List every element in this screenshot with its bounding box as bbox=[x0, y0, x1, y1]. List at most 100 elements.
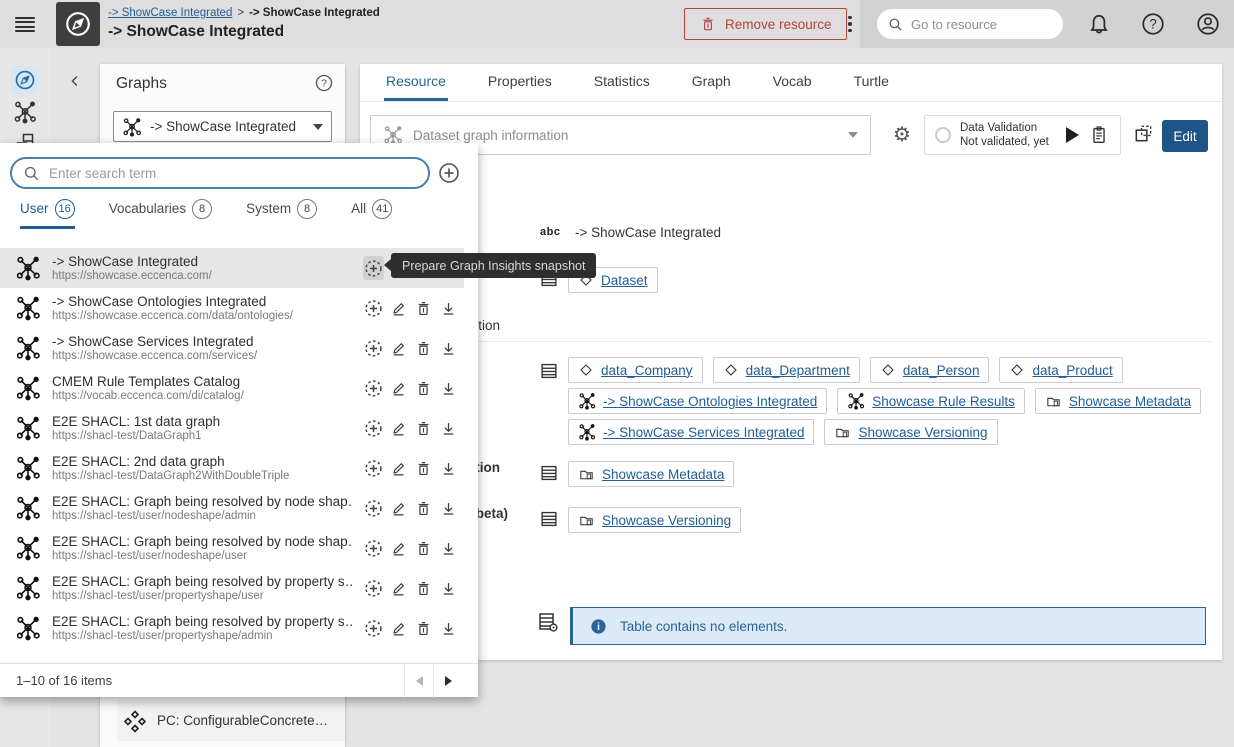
link-chip[interactable]: -> ShowCase Ontologies Integrated bbox=[568, 388, 827, 414]
edit-graph-icon[interactable] bbox=[388, 616, 409, 640]
link-chip[interactable]: data_Company bbox=[568, 357, 703, 383]
edit-button[interactable]: Edit bbox=[1162, 120, 1208, 152]
edit-graph-icon[interactable] bbox=[388, 296, 409, 320]
delete-graph-icon[interactable] bbox=[413, 456, 434, 480]
graph-list-item[interactable]: E2E SHACL: Graph being resolved by prope… bbox=[0, 608, 464, 648]
graph-list-item[interactable]: E2E SHACL: 2nd data graph https://shacl-… bbox=[0, 448, 464, 488]
link-chip[interactable]: Showcase Versioning bbox=[568, 507, 741, 533]
collapse-panel-icon[interactable] bbox=[62, 68, 88, 94]
download-graph-icon[interactable] bbox=[438, 336, 459, 360]
prepare-insights-icon[interactable] bbox=[363, 496, 384, 520]
graphs-help-icon[interactable] bbox=[314, 73, 334, 93]
remove-resource-button[interactable]: Remove resource bbox=[684, 8, 847, 40]
run-validation-play-icon[interactable] bbox=[1066, 127, 1079, 143]
rail-explore-compass-icon[interactable] bbox=[11, 66, 39, 94]
breadcrumb-link[interactable]: -> ShowCase Integrated bbox=[108, 7, 232, 19]
graph-list-item[interactable]: E2E SHACL: Graph being resolved by node … bbox=[0, 488, 464, 528]
delete-graph-icon[interactable] bbox=[413, 296, 434, 320]
validation-report-clipboard-icon[interactable] bbox=[1088, 124, 1110, 146]
folder-icon bbox=[578, 466, 595, 483]
delete-graph-icon[interactable] bbox=[413, 536, 434, 560]
download-graph-icon[interactable] bbox=[438, 296, 459, 320]
tab-turtle[interactable]: Turtle bbox=[852, 64, 891, 101]
pagination-next-icon[interactable] bbox=[434, 664, 462, 698]
delete-graph-icon[interactable] bbox=[413, 496, 434, 520]
prepare-insights-icon[interactable] bbox=[363, 296, 384, 320]
download-graph-icon[interactable] bbox=[438, 376, 459, 400]
download-graph-icon[interactable] bbox=[438, 496, 459, 520]
edit-graph-icon[interactable] bbox=[388, 536, 409, 560]
edit-graph-icon[interactable] bbox=[388, 456, 409, 480]
download-graph-icon[interactable] bbox=[438, 536, 459, 560]
tab-properties[interactable]: Properties bbox=[486, 64, 554, 101]
graph-search-field[interactable] bbox=[10, 157, 430, 189]
link-chip[interactable]: Showcase Metadata bbox=[568, 461, 734, 487]
notifications-bell-icon[interactable] bbox=[1086, 11, 1112, 37]
goto-resource-search[interactable] bbox=[877, 9, 1063, 39]
link-chip[interactable]: Showcase Versioning bbox=[824, 419, 997, 445]
graph-search-input[interactable] bbox=[49, 166, 418, 181]
graph-list-item[interactable]: E2E SHACL: Graph being resolved by node … bbox=[0, 528, 464, 568]
prepare-insights-icon[interactable] bbox=[363, 256, 384, 280]
app-logo[interactable] bbox=[56, 2, 100, 46]
tab-statistics[interactable]: Statistics bbox=[592, 64, 652, 101]
page-title: -> ShowCase Integrated bbox=[108, 23, 284, 41]
delete-graph-icon[interactable] bbox=[413, 576, 434, 600]
tab-graph[interactable]: Graph bbox=[690, 64, 733, 101]
tab-vocab[interactable]: Vocab bbox=[771, 64, 814, 101]
pagination-prev-icon[interactable] bbox=[405, 664, 433, 698]
delete-graph-icon[interactable] bbox=[413, 376, 434, 400]
tree-item-configurable-concrete[interactable]: PC: ConfigurableConcrete… bbox=[117, 700, 345, 741]
edit-graph-icon[interactable] bbox=[388, 336, 409, 360]
account-icon[interactable] bbox=[1195, 11, 1221, 37]
tab-vocabularies[interactable]: Vocabularies 8 bbox=[109, 199, 212, 229]
graph-url: https://shacl-test/DataGraph2WithDoubleT… bbox=[52, 470, 357, 482]
download-graph-icon[interactable] bbox=[438, 456, 459, 480]
clone-icon[interactable] bbox=[1132, 122, 1156, 148]
download-graph-icon[interactable] bbox=[438, 616, 459, 640]
download-graph-icon[interactable] bbox=[438, 416, 459, 440]
prepare-insights-icon[interactable] bbox=[363, 616, 384, 640]
tab-resource[interactable]: Resource bbox=[384, 64, 448, 101]
delete-graph-icon[interactable] bbox=[413, 336, 434, 360]
prepare-insights-icon[interactable] bbox=[363, 336, 384, 360]
graph-list-item[interactable]: E2E SHACL: 1st data graph https://shacl-… bbox=[0, 408, 464, 448]
goto-resource-input[interactable] bbox=[911, 17, 1041, 32]
graph-select-dropdown[interactable]: -> ShowCase Integrated bbox=[113, 111, 332, 142]
edit-graph-icon[interactable] bbox=[388, 496, 409, 520]
more-actions-icon[interactable] bbox=[842, 12, 858, 36]
tab-all[interactable]: All 41 bbox=[351, 199, 392, 229]
prepare-insights-icon[interactable] bbox=[363, 576, 384, 600]
help-icon[interactable] bbox=[1140, 11, 1166, 37]
graph-list-item[interactable]: CMEM Rule Templates Catalog https://voca… bbox=[0, 368, 464, 408]
tab-system[interactable]: System 8 bbox=[246, 199, 317, 229]
settings-gear-icon[interactable]: ⚙ bbox=[890, 122, 914, 148]
edit-graph-icon[interactable] bbox=[388, 576, 409, 600]
link-chip[interactable]: data_Department bbox=[713, 357, 860, 383]
graph-list-item[interactable]: -> ShowCase Ontologies Integrated https:… bbox=[0, 288, 464, 328]
tab-user[interactable]: User 16 bbox=[20, 199, 75, 229]
add-graph-icon[interactable] bbox=[437, 161, 461, 185]
chip-label: Showcase Versioning bbox=[602, 513, 731, 528]
prepare-insights-icon[interactable] bbox=[363, 376, 384, 400]
graph-list-item[interactable]: -> ShowCase Services Integrated https://… bbox=[0, 328, 464, 368]
link-chip[interactable]: data_Person bbox=[870, 357, 990, 383]
edit-graph-icon[interactable] bbox=[388, 416, 409, 440]
graph-filter-tabs: User 16 Vocabularies 8 System 8 All 41 bbox=[20, 199, 392, 229]
rail-graphs-icon[interactable] bbox=[11, 98, 39, 126]
edit-graph-icon[interactable] bbox=[388, 376, 409, 400]
prepare-insights-icon[interactable] bbox=[363, 456, 384, 480]
link-chip[interactable]: Showcase Metadata bbox=[1035, 388, 1201, 414]
link-chip[interactable]: -> ShowCase Services Integrated bbox=[568, 419, 814, 445]
graph-title: CMEM Rule Templates Catalog bbox=[52, 374, 352, 389]
hamburger-menu-icon[interactable] bbox=[15, 14, 35, 34]
delete-graph-icon[interactable] bbox=[413, 616, 434, 640]
link-chip[interactable]: data_Product bbox=[999, 357, 1122, 383]
prepare-insights-icon[interactable] bbox=[363, 416, 384, 440]
prepare-insights-icon[interactable] bbox=[363, 536, 384, 560]
table-settings-icon bbox=[536, 610, 560, 634]
link-chip[interactable]: Showcase Rule Results bbox=[837, 388, 1025, 414]
download-graph-icon[interactable] bbox=[438, 576, 459, 600]
delete-graph-icon[interactable] bbox=[413, 416, 434, 440]
graph-list-item[interactable]: E2E SHACL: Graph being resolved by prope… bbox=[0, 568, 464, 608]
